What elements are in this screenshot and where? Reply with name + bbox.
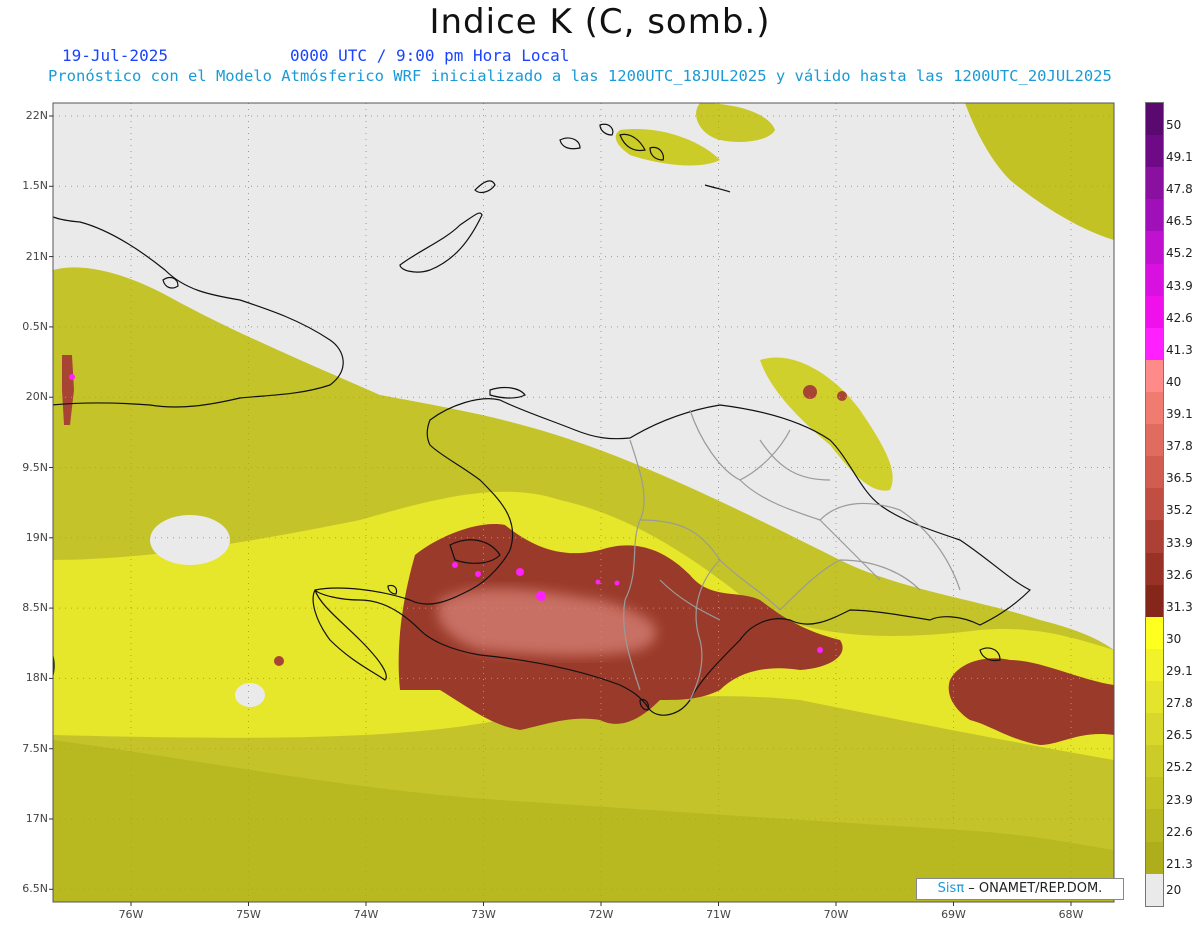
colorbar-swatch (1146, 648, 1163, 681)
lon-label: 72W (588, 908, 614, 921)
colorbar-swatch (1146, 873, 1163, 906)
lon-label: 70W (823, 908, 849, 921)
colorbar-swatch (1146, 616, 1163, 649)
credit-pi-symbol: π (956, 881, 965, 896)
colorbar-swatch (1146, 199, 1163, 232)
colorbar-swatch (1146, 745, 1163, 778)
field-magenta-1 (69, 374, 75, 380)
lat-label: 17N (25, 812, 48, 825)
credit-text: – ONAMET/REP.DOM. (968, 881, 1103, 896)
lat-label: 7.5N (22, 741, 48, 755)
lat-label: 21N (25, 249, 48, 263)
colorbar-level-label: 45.2 (1166, 246, 1193, 261)
lon-label: 75W (236, 908, 261, 921)
colorbar (1145, 102, 1164, 907)
colorbar-level-label: 25.2 (1166, 760, 1193, 775)
lon-label: 69W (941, 908, 966, 921)
colorbar-level-label: 27.8 (1166, 696, 1193, 711)
credit-box: Sisπ – ONAMET/REP.DOM. (916, 878, 1124, 900)
colorbar-level-label: 37.8 (1166, 439, 1193, 454)
colorbar-swatch (1146, 359, 1163, 392)
colorbar-swatch (1146, 231, 1163, 264)
colorbar-level-label: 33.9 (1166, 535, 1193, 550)
credit-prefix: Sis (937, 881, 957, 896)
colorbar-level-label: 20 (1166, 882, 1182, 897)
lat-label: 19N (25, 530, 48, 544)
k-index-map (49, 102, 1115, 906)
lat-label: 0.5N (22, 319, 48, 333)
lat-label: 18N (25, 671, 48, 685)
colorbar-level-label: 32.6 (1166, 567, 1193, 582)
colorbar-swatch (1146, 391, 1163, 425)
colorbar-level-label: 36.5 (1166, 471, 1193, 486)
colorbar-level-label: 30 (1166, 631, 1182, 646)
colorbar-level-label: 26.5 (1166, 728, 1193, 743)
colorbar-swatch (1146, 295, 1163, 328)
colorbar-swatch (1146, 713, 1163, 746)
lat-label: 8.5N (22, 601, 48, 615)
colorbar-level-label: 42.6 (1166, 310, 1193, 325)
field-magenta-4 (475, 571, 481, 577)
colorbar-level-label: 23.9 (1166, 792, 1193, 807)
colorbar-swatch (1146, 841, 1163, 874)
field-spot-ne2 (837, 391, 847, 401)
field-magenta-3 (536, 591, 546, 601)
colorbar-swatch (1146, 777, 1163, 810)
colorbar-swatch (1146, 584, 1163, 617)
colorbar-swatch (1146, 424, 1163, 457)
colorbar-level-label: 43.9 (1166, 278, 1193, 293)
field-magenta-6 (595, 579, 601, 585)
field-gap-southwest (235, 683, 265, 707)
colorbar-level-label: 39.1 (1166, 407, 1193, 422)
field-gap-west (150, 515, 230, 565)
lon-label: 74W (353, 908, 379, 921)
lat-label: 22N (25, 109, 48, 122)
colorbar-level-label: 35.2 (1166, 503, 1193, 518)
colorbar-level-label: 40 (1166, 374, 1182, 389)
lat-label: 20N (25, 390, 48, 404)
colorbar-level-label: 50 (1166, 118, 1182, 132)
colorbar-level-label: 47.8 (1166, 182, 1193, 197)
colorbar-swatch (1146, 327, 1163, 360)
colorbar-swatch (1146, 488, 1163, 521)
lat-label: 1.5N (22, 179, 48, 193)
colorbar-swatch (1146, 103, 1163, 136)
colorbar-level-label: 41.3 (1166, 342, 1193, 357)
colorbar-swatch (1146, 263, 1163, 296)
colorbar-swatch (1146, 135, 1163, 168)
lon-label: 73W (471, 908, 496, 921)
field-magenta-2 (516, 568, 524, 576)
lon-label: 71W (706, 908, 731, 921)
colorbar-swatch (1146, 520, 1163, 553)
colorbar-level-label: 46.5 (1166, 214, 1193, 229)
colorbar-level-label: 49.1 (1166, 150, 1193, 165)
field-spot-sw (274, 656, 284, 666)
colorbar-level-label: 22.6 (1166, 824, 1193, 839)
lat-label: 9.5N (22, 460, 48, 474)
colorbar-swatch (1146, 809, 1163, 842)
lon-label: 68W (1058, 908, 1084, 921)
colorbar-swatch (1146, 167, 1163, 200)
colorbar-swatch (1146, 456, 1163, 489)
colorbar-level-label: 29.1 (1166, 664, 1193, 679)
colorbar-level-label: 21.3 (1166, 856, 1193, 871)
colorbar-swatch (1146, 680, 1163, 714)
colorbar-swatch (1146, 552, 1163, 585)
colorbar-level-label: 31.3 (1166, 599, 1193, 614)
lon-label: 76W (118, 908, 144, 921)
lat-label: 6.5N (22, 882, 48, 896)
field-magenta-8 (817, 647, 823, 653)
field-magenta-5 (452, 562, 458, 568)
field-magenta-7 (614, 580, 620, 586)
